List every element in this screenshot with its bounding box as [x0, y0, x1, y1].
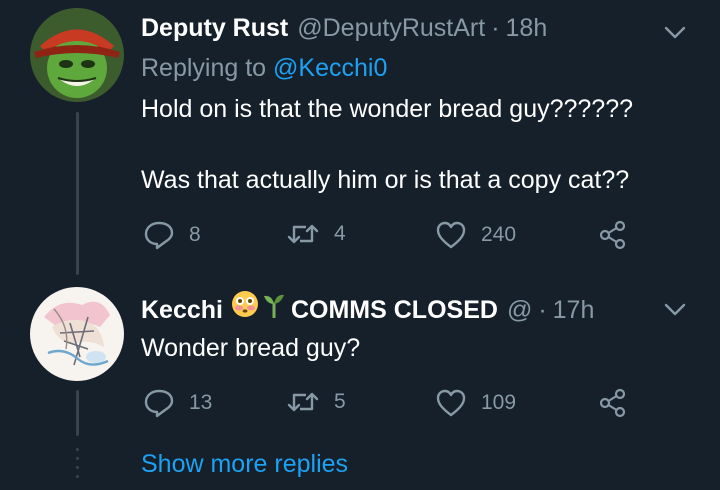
- tweet-text-line-1: Hold on is that the wonder bread guy????…: [141, 95, 634, 123]
- separator-dot: ·: [538, 296, 547, 324]
- reply-icon: [144, 221, 174, 250]
- more-replies-dots: [76, 448, 79, 484]
- flushed-face-emoji: [231, 291, 258, 317]
- avatar-deputy-rust[interactable]: [30, 8, 124, 102]
- user-handle[interactable]: @DeputyRustArt: [297, 13, 485, 43]
- replying-to-mention[interactable]: @Kecchi0: [273, 54, 387, 82]
- retweet-icon: [287, 224, 319, 244]
- tweet-thread: Deputy Rust @DeputyRustArt · 18h Replyin…: [0, 0, 720, 490]
- share-icon: [599, 220, 626, 250]
- avatar-kecchi[interactable]: [30, 287, 124, 381]
- reply-count: 8: [189, 223, 201, 246]
- retweet-button[interactable]: 5: [286, 388, 346, 416]
- tweet-header: Kecchi COMMS CLOSED @ · 17h: [141, 290, 594, 325]
- share-button[interactable]: [598, 220, 628, 250]
- seedling-emoji: [263, 294, 284, 318]
- reply-count: 13: [189, 391, 213, 414]
- replying-to-label: Replying to: [141, 54, 267, 82]
- chevron-down-icon[interactable]: [664, 26, 686, 40]
- like-button[interactable]: 109: [435, 388, 516, 418]
- display-name[interactable]: Kecchi: [141, 295, 223, 325]
- timestamp[interactable]: 17h: [553, 295, 595, 325]
- retweet-count: 4: [334, 222, 346, 245]
- retweet-count: 5: [334, 390, 346, 413]
- share-icon: [599, 388, 626, 418]
- user-handle[interactable]: @: [507, 295, 532, 325]
- retweet-icon: [287, 392, 319, 412]
- like-count: 109: [481, 391, 517, 414]
- tweet-text-line-2: Was that actually him or is that a copy …: [141, 166, 630, 194]
- display-name[interactable]: Deputy Rust: [141, 13, 288, 43]
- chevron-down-icon[interactable]: [664, 303, 686, 317]
- reply-button[interactable]: 13: [143, 388, 212, 418]
- retweet-button[interactable]: 4: [286, 220, 346, 248]
- display-name-suffix[interactable]: COMMS CLOSED: [291, 295, 498, 325]
- like-icon: [436, 221, 466, 249]
- separator-dot: ·: [491, 14, 500, 42]
- thread-connector-line: [76, 112, 79, 275]
- replying-to: Replying to @Kecchi0: [141, 53, 387, 83]
- thread-connector-line-2: [76, 390, 79, 436]
- like-count: 240: [481, 223, 517, 246]
- tweet-header: Deputy Rust @DeputyRustArt · 18h: [141, 13, 547, 43]
- reply-button[interactable]: 8: [143, 220, 201, 250]
- tweet-text-line-1: Wonder bread guy?: [141, 334, 361, 362]
- reply-icon: [144, 389, 174, 418]
- like-button[interactable]: 240: [435, 220, 516, 250]
- like-icon: [436, 389, 466, 417]
- show-more-replies-link[interactable]: Show more replies: [141, 449, 348, 479]
- timestamp[interactable]: 18h: [506, 13, 548, 43]
- share-button[interactable]: [598, 388, 628, 418]
